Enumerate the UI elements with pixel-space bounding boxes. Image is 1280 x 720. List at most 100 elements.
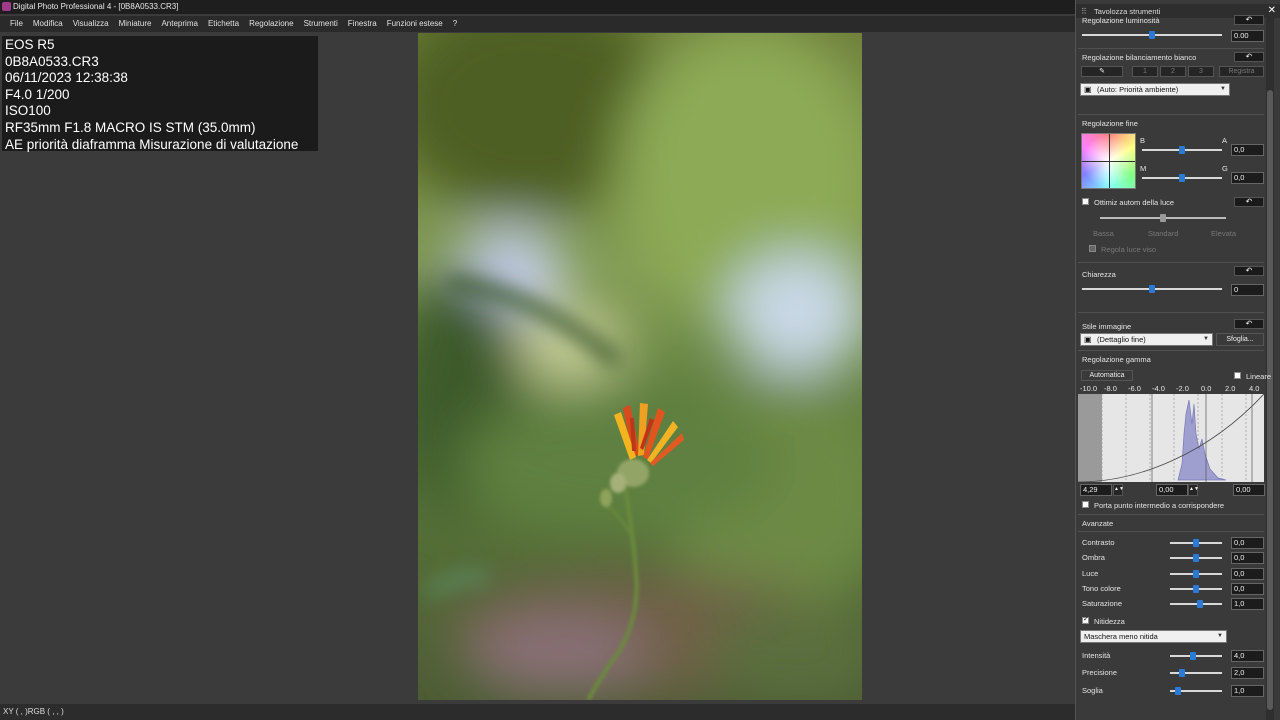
- menu-modifica[interactable]: Modifica: [28, 16, 68, 32]
- spinner-icon[interactable]: ▲▼: [1188, 484, 1199, 496]
- advanced-row-slider[interactable]: [1170, 585, 1222, 593]
- picture-style-reset-button[interactable]: ↶: [1234, 319, 1264, 329]
- advanced-row-value[interactable]: 0,0: [1231, 583, 1264, 595]
- sharpness-row-value[interactable]: 1,0: [1231, 685, 1264, 697]
- brightness-slider[interactable]: [1082, 31, 1222, 39]
- divider: [1078, 114, 1264, 115]
- gamma-tick: -8.0: [1104, 384, 1117, 393]
- advanced-row-value[interactable]: 0,0: [1231, 568, 1264, 580]
- sharpness-label: Nitidezza: [1094, 617, 1125, 626]
- advanced-row-thumb[interactable]: [1193, 554, 1199, 562]
- sharpness-row-slider[interactable]: [1170, 652, 1222, 660]
- brightness-reset-button[interactable]: ↶: [1234, 15, 1264, 25]
- menu-funzioni-estese[interactable]: Funzioni estese: [382, 16, 448, 32]
- alo-thumb[interactable]: [1160, 214, 1166, 222]
- faces-label: Regola luce viso: [1101, 245, 1157, 254]
- sharpness-row-thumb[interactable]: [1179, 669, 1186, 677]
- clarity-reset-button[interactable]: ↶: [1234, 266, 1264, 276]
- clarity-slider[interactable]: [1082, 285, 1222, 293]
- mg-thumb[interactable]: [1179, 174, 1185, 182]
- faces-checkbox[interactable]: [1089, 245, 1096, 252]
- divider: [1078, 531, 1264, 532]
- gamma-low-value[interactable]: 4,29: [1080, 484, 1112, 496]
- grip-icon[interactable]: ⠿: [1081, 7, 1087, 16]
- gamma-label: Regolazione gamma: [1082, 355, 1151, 364]
- menu-visualizza[interactable]: Visualizza: [68, 16, 114, 32]
- wb-preset-2[interactable]: 2: [1160, 66, 1186, 77]
- wb-label: Regolazione bilanciamento bianco: [1082, 53, 1197, 62]
- sharpness-mode-value: Maschera meno nitida: [1084, 632, 1158, 641]
- spinner-icon[interactable]: ▲▼: [1113, 484, 1124, 496]
- advanced-row-value[interactable]: 1,0: [1231, 598, 1264, 610]
- advanced-row-slider[interactable]: [1170, 570, 1222, 578]
- sharpness-row-value[interactable]: 2,0: [1231, 667, 1264, 679]
- sharpness-row-thumb[interactable]: [1189, 652, 1196, 660]
- sharpness-row-value[interactable]: 4,0: [1231, 650, 1264, 662]
- midpoint-checkbox[interactable]: [1082, 501, 1089, 508]
- gamma-tick: 4.0: [1249, 384, 1260, 393]
- gamma-histogram[interactable]: [1078, 394, 1264, 482]
- wb-mode-value: (Auto: Priorità ambiente): [1097, 85, 1179, 94]
- advanced-row-slider[interactable]: [1170, 600, 1222, 608]
- alo-checkbox[interactable]: [1082, 198, 1089, 205]
- picture-style-select[interactable]: ▣ (Dettaglio fine) ▼: [1080, 333, 1213, 346]
- eyedropper-button[interactable]: ✎: [1081, 66, 1123, 77]
- wb-reset-button[interactable]: ↶: [1234, 52, 1264, 62]
- sharpness-row-slider[interactable]: [1170, 687, 1222, 695]
- advanced-row-slider[interactable]: [1170, 539, 1222, 547]
- gamma-mid-value[interactable]: 0,00: [1156, 484, 1188, 496]
- sharpness-row-thumb[interactable]: [1174, 687, 1181, 695]
- gamma-high-value[interactable]: 0,00: [1233, 484, 1265, 496]
- linear-checkbox[interactable]: [1234, 372, 1241, 379]
- gamma-auto-button[interactable]: Automatica: [1081, 370, 1133, 381]
- advanced-row-slider[interactable]: [1170, 554, 1222, 562]
- palette-scrollbar[interactable]: [1266, 18, 1274, 720]
- mg-value[interactable]: 0,0: [1231, 172, 1264, 184]
- picture-style-label: Stile immagine: [1082, 322, 1132, 331]
- menu-strumenti[interactable]: Strumenti: [299, 16, 343, 32]
- info-iso: ISO100: [5, 103, 51, 119]
- ba-slider[interactable]: [1142, 146, 1222, 154]
- color-grid[interactable]: [1081, 133, 1136, 189]
- menu-file[interactable]: File: [0, 16, 28, 32]
- clarity-value[interactable]: 0: [1231, 284, 1264, 296]
- wb-register-button[interactable]: Registra: [1219, 66, 1264, 77]
- browse-button[interactable]: Sfoglia...: [1216, 333, 1264, 346]
- advanced-row-value[interactable]: 0,0: [1231, 537, 1264, 549]
- menu-help[interactable]: ?: [448, 16, 462, 32]
- menu-finestra[interactable]: Finestra: [343, 16, 382, 32]
- menu-miniature[interactable]: Miniature: [114, 16, 157, 32]
- advanced-row-thumb[interactable]: [1193, 539, 1199, 547]
- close-icon[interactable]: ✕: [1268, 5, 1276, 16]
- flower-photo: [418, 33, 862, 700]
- wb-preset-3[interactable]: 3: [1188, 66, 1214, 77]
- sharpness-mode-select[interactable]: Maschera meno nitida ▼: [1080, 630, 1227, 643]
- clarity-thumb[interactable]: [1149, 285, 1155, 293]
- gamma-tick: -4.0: [1152, 384, 1165, 393]
- ba-thumb[interactable]: [1179, 146, 1185, 154]
- sharpness-checkbox[interactable]: [1082, 615, 1089, 624]
- wb-preset-1[interactable]: 1: [1132, 66, 1158, 77]
- app-icon: [2, 2, 11, 11]
- menu-etichetta[interactable]: Etichetta: [203, 16, 244, 32]
- advanced-row-value[interactable]: 0,0: [1231, 552, 1264, 564]
- brightness-thumb[interactable]: [1149, 31, 1155, 39]
- advanced-row-thumb[interactable]: [1193, 585, 1199, 593]
- mg-slider[interactable]: [1142, 174, 1222, 182]
- menu-regolazione[interactable]: Regolazione: [244, 16, 298, 32]
- scroll-thumb[interactable]: [1267, 90, 1273, 710]
- advanced-row-thumb[interactable]: [1196, 600, 1203, 608]
- alo-reset-button[interactable]: ↶: [1234, 197, 1264, 207]
- wb-mode-select[interactable]: ▣ (Auto: Priorità ambiente) ▼: [1080, 83, 1230, 96]
- gamma-tick: -2.0: [1176, 384, 1189, 393]
- advanced-row-thumb[interactable]: [1193, 570, 1199, 578]
- photo-preview[interactable]: [418, 33, 862, 700]
- menu-anteprima[interactable]: Anteprima: [156, 16, 202, 32]
- ba-value[interactable]: 0,0: [1231, 144, 1264, 156]
- picture-style-value: (Dettaglio fine): [1097, 335, 1146, 344]
- sharpness-row-slider[interactable]: [1170, 669, 1222, 677]
- info-camera: EOS R5: [5, 37, 55, 52]
- alo-slider[interactable]: [1100, 214, 1226, 222]
- palette-title: Tavolozza strumenti: [1094, 7, 1161, 16]
- brightness-value[interactable]: 0.00: [1231, 30, 1264, 42]
